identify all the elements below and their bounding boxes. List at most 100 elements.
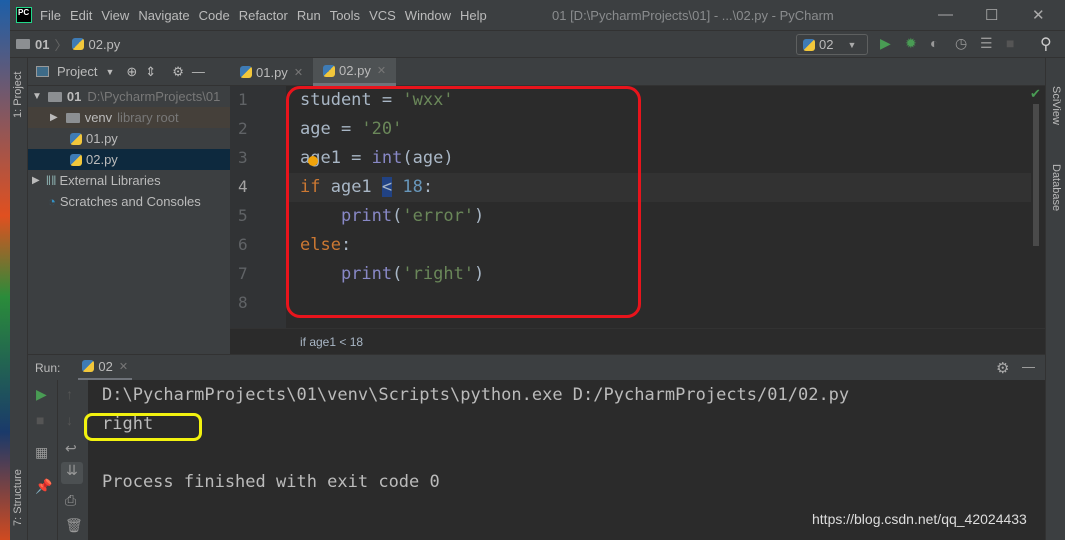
libraries-icon: ‖‖: [45, 173, 57, 188]
menu-refactor[interactable]: Refactor: [239, 8, 288, 23]
tab-02-py[interactable]: 02.py ✕: [313, 58, 397, 86]
hide-icon[interactable]: —: [1022, 359, 1035, 374]
run-panel-header: Run: 02 ✕ ⚙ —: [28, 354, 1045, 381]
stop-icon[interactable]: ■: [1006, 35, 1014, 51]
pin-icon[interactable]: 📌: [35, 478, 52, 495]
console-command-line: D:\PycharmProjects\01\venv\Scripts\pytho…: [102, 385, 850, 405]
project-view-select[interactable]: Project: [57, 64, 97, 79]
collapse-all-icon[interactable]: ⇕: [145, 64, 156, 80]
up-arrow-icon[interactable]: ↑: [66, 386, 73, 402]
run-config-select[interactable]: 02 ▼: [796, 34, 868, 55]
sciview-tool-button[interactable]: SciView: [1050, 86, 1062, 125]
python-file-icon: [70, 132, 82, 145]
locate-icon[interactable]: ⊕: [126, 64, 137, 80]
editor-scrollbar[interactable]: [1033, 104, 1039, 246]
line-number: 4: [238, 177, 248, 196]
tree-item-02-py[interactable]: 02.py: [28, 149, 230, 170]
minimize-button[interactable]: —: [938, 6, 953, 23]
folder-icon: [65, 112, 80, 123]
tree-item-project-root[interactable]: ▼ 01 D:\PycharmProjects\01: [28, 86, 230, 107]
scroll-to-end-icon[interactable]: ⇊: [61, 462, 83, 484]
line-number: 5: [238, 206, 248, 225]
run-icon[interactable]: ▶: [880, 35, 891, 52]
code-breadcrumb[interactable]: if age1 < 18: [230, 328, 1045, 354]
run-toolbar-primary: ▶ ■ ▦ 📌: [28, 380, 58, 540]
menu-code[interactable]: Code: [199, 8, 230, 23]
tab-01-py[interactable]: 01.py ✕: [230, 58, 313, 86]
breadcrumb-file[interactable]: 02.py: [88, 37, 120, 52]
collapsed-arrow-icon[interactable]: ▶: [50, 112, 58, 123]
collapsed-arrow-icon[interactable]: ▶: [32, 175, 40, 186]
down-arrow-icon[interactable]: ↓: [66, 412, 73, 428]
python-icon: [803, 38, 815, 51]
gear-icon[interactable]: ⚙: [996, 359, 1009, 377]
line-number: 1: [238, 90, 248, 109]
scratches-icon: ◔: [48, 194, 56, 209]
tree-label: 01: [66, 89, 82, 104]
structure-tool-button[interactable]: 7: Structure: [12, 469, 24, 526]
python-file-icon: [72, 38, 85, 50]
inspection-ok-icon: ✔: [1030, 86, 1041, 101]
stop-icon[interactable]: ■: [36, 412, 44, 428]
run-tab-02[interactable]: 02 ✕: [78, 355, 133, 381]
line-number: 7: [238, 264, 248, 283]
line-number: 8: [238, 293, 248, 312]
breadcrumb-separator: 〉: [54, 37, 68, 53]
left-tool-strip: 1: Project 7: Structure: [10, 58, 28, 540]
python-file-icon: [240, 66, 252, 78]
trash-icon[interactable]: 🗑: [65, 517, 83, 534]
database-tool-button[interactable]: Database: [1050, 164, 1062, 211]
tab-label: 02.py: [339, 63, 371, 78]
rerun-icon[interactable]: ▶: [36, 386, 47, 403]
menu-file[interactable]: File: [40, 8, 61, 23]
close-button[interactable]: ✕: [1032, 6, 1045, 24]
watermark: https://blog.csdn.net/qq_42024433: [812, 511, 1027, 527]
desktop-background: [0, 0, 10, 540]
menu-vcs[interactable]: VCS: [369, 8, 396, 23]
menu-tools[interactable]: Tools: [330, 8, 360, 23]
project-panel: Project ▼ ⊕ ⇕ ⚙ — ▼ 01 D:\PycharmProject…: [28, 58, 230, 354]
concurrency-icon[interactable]: ☰: [980, 35, 993, 52]
expanded-arrow-icon[interactable]: ▼: [32, 91, 42, 102]
hide-icon[interactable]: —: [192, 64, 205, 79]
tree-hint: library root: [117, 110, 179, 125]
run-tab-label: 02: [98, 358, 113, 374]
search-icon[interactable]: ⚲: [1040, 34, 1052, 54]
menu-view[interactable]: View: [101, 8, 129, 23]
menu-navigate[interactable]: Navigate: [138, 8, 189, 23]
menu-edit[interactable]: Edit: [70, 8, 92, 23]
yellow-annotation-box: [84, 413, 202, 441]
line-gutter: 1 2 3 4 5 6 7 8: [230, 86, 286, 328]
maximize-button[interactable]: ☐: [985, 6, 998, 24]
chevron-down-icon[interactable]: ▼: [105, 67, 114, 77]
run-config-label: 02: [819, 37, 834, 52]
tree-label: venv: [84, 110, 113, 125]
tree-item-external-libraries[interactable]: ▶ ‖‖ External Libraries: [28, 170, 230, 191]
debug-icon[interactable]: ✹: [905, 35, 917, 52]
menu-help[interactable]: Help: [460, 8, 487, 23]
profile-icon[interactable]: ◷: [955, 35, 967, 52]
line-number: 6: [238, 235, 248, 254]
tree-item-01-py[interactable]: 01.py: [28, 128, 230, 149]
breadcrumb-project[interactable]: 01: [35, 37, 49, 52]
soft-wrap-icon[interactable]: ↩: [65, 440, 77, 457]
tree-label: External Libraries: [59, 173, 161, 188]
tree-label: Scratches and Consoles: [59, 194, 201, 209]
line-number: 3: [238, 148, 248, 167]
close-tab-icon[interactable]: ✕: [119, 360, 128, 373]
tree-item-scratches[interactable]: ◔ Scratches and Consoles: [28, 191, 230, 212]
folder-icon: [47, 91, 62, 102]
tree-item-venv[interactable]: ▶ venv library root: [28, 107, 230, 128]
menu-window[interactable]: Window: [405, 8, 451, 23]
close-tab-icon[interactable]: ✕: [377, 64, 386, 77]
close-tab-icon[interactable]: ✕: [294, 66, 303, 79]
print-icon[interactable]: ⎙: [65, 492, 76, 509]
project-tool-button[interactable]: 1: Project: [12, 72, 24, 118]
gear-icon[interactable]: ⚙: [172, 64, 184, 80]
menu-run[interactable]: Run: [297, 8, 321, 23]
title-bar: PC File Edit View Navigate Code Refactor…: [10, 0, 1065, 30]
line-number: 2: [238, 119, 248, 138]
navigation-bar: 01 〉 02.py 02 ▼ ▶ ✹ ◐ ◷ ☰ ■ ⚲: [10, 30, 1065, 58]
layout-icon[interactable]: ▦: [35, 444, 48, 461]
coverage-icon[interactable]: ◐: [930, 35, 938, 51]
